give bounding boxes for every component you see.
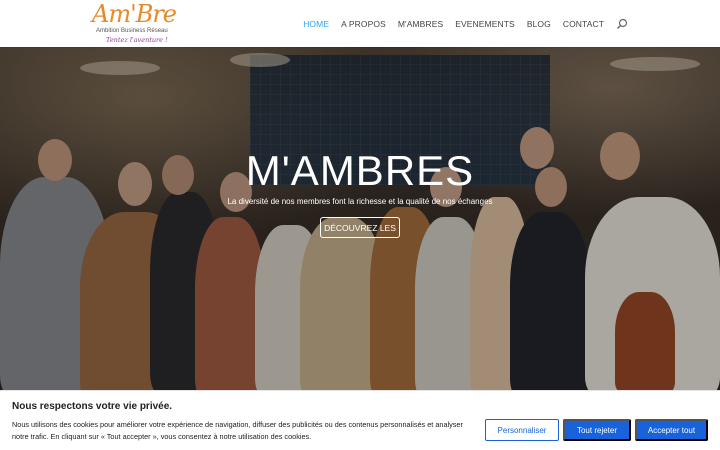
customize-button[interactable]: Personnaliser <box>485 419 559 441</box>
logo-tagline: Ambition Business Réseau <box>96 28 168 34</box>
nav-item-blog[interactable]: BLOG <box>527 19 551 29</box>
main-nav: HOME A PROPOS M'AMBRES EVENEMENTS BLOG C… <box>291 0 720 47</box>
site-header: Am'Bre Ambition Business Réseau Tentez l… <box>0 0 720 47</box>
accept-all-button[interactable]: Accepter tout <box>635 419 708 441</box>
hero-subtitle: La diversité de nos membres font la rich… <box>227 197 493 206</box>
cookie-title: Nous respectons votre vie privée. <box>12 401 173 412</box>
hero-section: M'AMBRES La diversité de nos membres fon… <box>0 47 720 390</box>
discover-button[interactable]: DÉCOUVREZ LES <box>320 217 400 238</box>
nav-item-home[interactable]: HOME <box>303 19 329 29</box>
nav-item-contact[interactable]: CONTACT <box>563 19 604 29</box>
logo-slogan: Tentez l'aventure ! <box>106 36 168 44</box>
reject-all-button[interactable]: Tout rejeter <box>563 419 631 441</box>
search-icon[interactable] <box>616 18 628 30</box>
logo[interactable]: Am'Bre Ambition Business Réseau Tentez l… <box>90 0 177 44</box>
nav-item-a-propos[interactable]: A PROPOS <box>341 19 386 29</box>
hero-title: M'AMBRES <box>245 147 475 194</box>
cookie-consent-banner: Nous respectons votre vie privée. Nous u… <box>0 390 720 450</box>
nav-item-evenements[interactable]: EVENEMENTS <box>455 19 515 29</box>
logo-script: Am'Bre <box>92 0 177 28</box>
cookie-description: Nous utilisons des cookies pour améliore… <box>12 420 463 441</box>
nav-item-mambres[interactable]: M'AMBRES <box>398 19 443 29</box>
